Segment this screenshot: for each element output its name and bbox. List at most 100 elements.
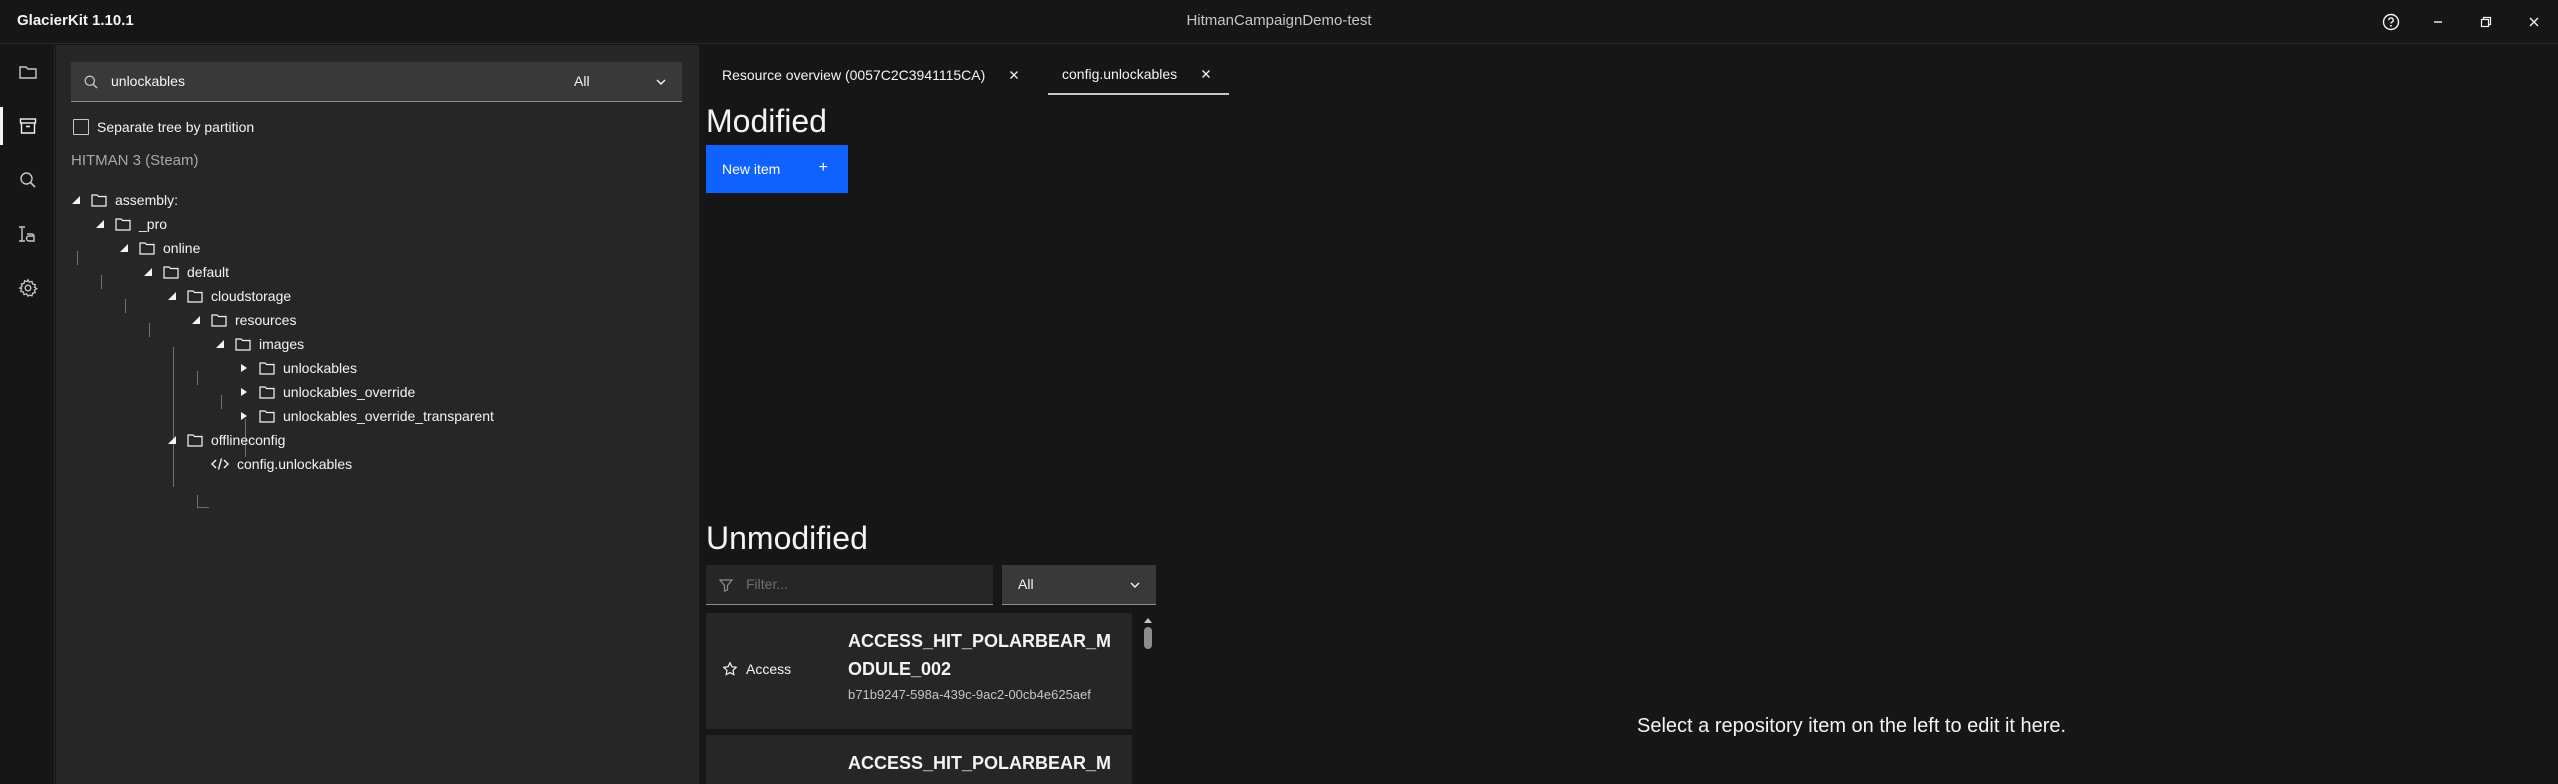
type-filter-dropdown[interactable]: All — [1002, 565, 1156, 605]
close-icon[interactable] — [2520, 8, 2548, 36]
collapsed-caret-icon[interactable] — [237, 361, 251, 375]
tree-node-label: config.unlockables — [237, 456, 353, 472]
tab-label: config.unlockables — [1062, 66, 1178, 82]
tree-node-unlockables[interactable]: unlockables — [237, 356, 357, 380]
activity-rail — [0, 45, 55, 784]
rail-files[interactable] — [0, 47, 55, 97]
tab-config-unlockables[interactable]: config.unlockables — [1048, 55, 1230, 95]
type-filter-value: All — [1018, 576, 1034, 592]
tree-node-online[interactable]: online — [117, 236, 200, 260]
editor-area: Resource overview (0057C2C3941115CA) con… — [700, 45, 2558, 784]
tree-node-unlockables-override[interactable]: unlockables_override — [237, 380, 415, 404]
new-item-button[interactable]: New item + — [706, 145, 848, 193]
code-file-icon — [211, 458, 229, 470]
tree-node-label: unlockables — [283, 360, 357, 376]
rail-settings[interactable] — [0, 263, 55, 313]
list-scrollbar[interactable] — [1142, 613, 1154, 784]
tree-guide — [125, 299, 126, 313]
close-tab-icon[interactable] — [1199, 67, 1213, 81]
filter-placeholder: Filter... — [746, 576, 789, 592]
partition-dropdown[interactable]: All — [558, 62, 682, 102]
rail-text-tools[interactable] — [0, 209, 55, 259]
tree-node-cloudstorage[interactable]: cloudstorage — [165, 284, 291, 308]
tree-node-resources[interactable]: resources — [189, 308, 296, 332]
app-name: GlacierKit 1.10.1 — [17, 12, 134, 29]
folder-icon — [115, 218, 131, 231]
unmodified-heading: Unmodified — [706, 520, 868, 556]
search-icon — [83, 74, 99, 95]
tree-guide — [197, 371, 198, 385]
new-item-label: New item — [722, 161, 781, 177]
repository-tree-panel: unlockables All Separate tree by partiti… — [56, 45, 699, 784]
tree-guide — [77, 251, 78, 265]
expanded-caret-icon[interactable] — [69, 193, 83, 207]
folder-icon — [139, 242, 155, 255]
folder-icon — [187, 290, 203, 303]
tree-node-label: unlockables_override_transparent — [283, 408, 494, 424]
rail-repository[interactable] — [0, 101, 55, 151]
tree-guide — [101, 275, 102, 289]
tree-node-config-unlockables[interactable]: config.unlockables — [211, 452, 352, 476]
tree-node-pro[interactable]: _pro — [93, 212, 167, 236]
close-tab-icon[interactable] — [1007, 68, 1021, 82]
expanded-caret-icon[interactable] — [213, 337, 227, 351]
minimize-icon[interactable] — [2424, 8, 2452, 36]
expanded-caret-icon[interactable] — [165, 289, 179, 303]
checkbox-box[interactable] — [73, 119, 89, 135]
scrollbar-thumb[interactable] — [1144, 627, 1152, 649]
game-label: HITMAN 3 (Steam) — [71, 152, 199, 169]
tree-node-label: offlineconfig — [211, 432, 286, 448]
expanded-caret-icon[interactable] — [93, 217, 107, 231]
tree-node-label: unlockables_override — [283, 384, 416, 400]
expanded-caret-icon[interactable] — [141, 265, 155, 279]
tree-node-label: cloudstorage — [211, 288, 292, 304]
chevron-down-icon — [654, 75, 668, 94]
text-tool-icon — [18, 226, 35, 242]
tree-node-default[interactable]: default — [141, 260, 229, 284]
folder-icon — [18, 66, 37, 79]
separate-tree-checkbox[interactable]: Separate tree by partition — [73, 117, 254, 137]
tab-label: Resource overview (0057C2C3941115CA) — [722, 67, 986, 83]
folder-icon — [187, 434, 203, 447]
chevron-down-icon — [1128, 578, 1142, 597]
help-icon[interactable] — [2377, 8, 2405, 36]
collapsed-caret-icon[interactable] — [237, 385, 251, 399]
star-icon — [722, 661, 738, 676]
filter-input[interactable]: Filter... — [706, 565, 993, 605]
item-title: ACCESS_HIT_POLARBEAR_MODULE_002 — [848, 631, 1112, 679]
collapsed-caret-icon[interactable] — [237, 409, 251, 423]
tree-node-label: _pro — [139, 216, 168, 232]
archive-icon — [19, 118, 36, 134]
scroll-up-icon[interactable] — [1142, 615, 1154, 625]
favourite-toggle[interactable]: Access — [722, 661, 791, 677]
partition-dropdown-value: All — [574, 73, 590, 89]
expanded-caret-icon[interactable] — [189, 313, 203, 327]
tree-guide — [221, 395, 222, 409]
tree-node-offlineconfig[interactable]: offlineconfig — [165, 428, 285, 452]
expanded-caret-icon[interactable] — [117, 241, 131, 255]
folder-icon — [91, 194, 107, 207]
tree-node-label: assembly: — [115, 192, 179, 208]
filter-icon — [718, 577, 734, 598]
list-item[interactable]: ACCESS_HIT_POLARBEAR_MODULE_003 — [706, 735, 1132, 784]
title-bar: GlacierKit 1.10.1 HitmanCampaignDemo-tes… — [0, 0, 2558, 44]
tree-node-images[interactable]: images — [213, 332, 304, 356]
expanded-caret-icon[interactable] — [165, 433, 179, 447]
folder-icon — [259, 362, 275, 375]
tree-node-unlockables-override-transparent[interactable]: unlockables_override_transparent — [237, 404, 494, 428]
tree-node-label: resources — [235, 312, 297, 328]
maximize-icon[interactable] — [2472, 8, 2500, 36]
list-item[interactable]: Access ACCESS_HIT_POLARBEAR_MODULE_002 b… — [706, 613, 1132, 729]
tree-node-assembly[interactable]: assembly: — [69, 188, 178, 212]
tree-guide — [173, 347, 174, 487]
folder-icon — [259, 410, 275, 423]
item-title: ACCESS_HIT_POLARBEAR_MODULE_003 — [848, 753, 1112, 784]
folder-icon — [235, 338, 251, 351]
tab-resource-overview[interactable]: Resource overview (0057C2C3941115CA) — [700, 55, 1037, 95]
tree-search-input[interactable]: unlockables — [71, 62, 604, 102]
tree-node-label: images — [259, 336, 305, 352]
rail-search[interactable] — [0, 155, 55, 205]
tree-guide — [197, 495, 198, 507]
folder-icon — [211, 314, 227, 327]
checkbox-label: Separate tree by partition — [97, 119, 255, 135]
